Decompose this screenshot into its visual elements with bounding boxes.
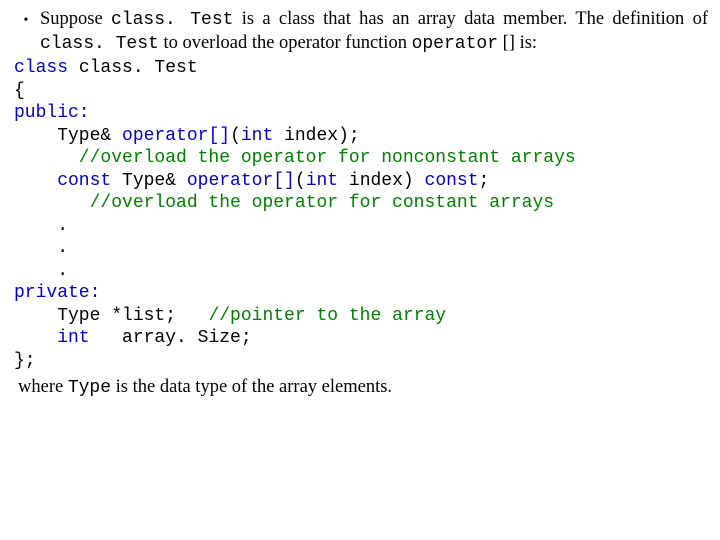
code-text: Type& (111, 171, 187, 191)
text-seg: to overload the operator function (159, 33, 412, 53)
bullet-glyph: • (12, 8, 40, 55)
inline-code: class. Test (40, 34, 159, 54)
kw-class: class (14, 58, 68, 78)
footer-text: where Type is the data type of the array… (18, 376, 708, 400)
kw-int: int (14, 328, 90, 348)
code-text: class. Test (68, 58, 198, 78)
inline-code: class. Test (111, 10, 233, 30)
code-text: ( (295, 171, 306, 191)
comment: //overload the operator for nonconstant … (14, 148, 576, 168)
kw-public: public: (14, 103, 90, 123)
code-text: array. Size; (90, 328, 252, 348)
comment: //pointer to the array (208, 306, 446, 326)
text-seg: Suppose (40, 9, 111, 29)
code-text: ( (230, 126, 241, 146)
code-text: . (14, 238, 68, 258)
comment: //overload the operator for constant arr… (14, 193, 554, 213)
inline-code: operator (412, 34, 498, 54)
code-text: ; (479, 171, 490, 191)
kw-operator: operator[] (187, 171, 295, 191)
kw-private: private: (14, 283, 100, 303)
text-seg: [] is: (498, 33, 537, 53)
code-text: index) (338, 171, 424, 191)
code-text: . (14, 261, 68, 281)
code-text: . (14, 216, 68, 236)
kw-int: int (306, 171, 338, 191)
code-text: }; (14, 351, 36, 371)
text-seg: is the data type of the array elements. (111, 377, 392, 397)
kw-int: int (241, 126, 273, 146)
code-text: Type *list; (14, 306, 208, 326)
code-text: { (14, 81, 25, 101)
bullet-text: Suppose class. Test is a class that has … (40, 8, 708, 55)
code-text: index); (273, 126, 359, 146)
kw-operator: operator[] (122, 126, 230, 146)
kw-const: const (14, 171, 111, 191)
bullet-item: • Suppose class. Test is a class that ha… (12, 8, 708, 55)
inline-code: Type (68, 378, 111, 398)
code-block: class class. Test { public: Type& operat… (14, 57, 708, 372)
text-seg: is a class that has an array data member… (233, 9, 708, 29)
code-text: Type& (14, 126, 122, 146)
kw-const: const (425, 171, 479, 191)
text-seg: where (18, 377, 68, 397)
